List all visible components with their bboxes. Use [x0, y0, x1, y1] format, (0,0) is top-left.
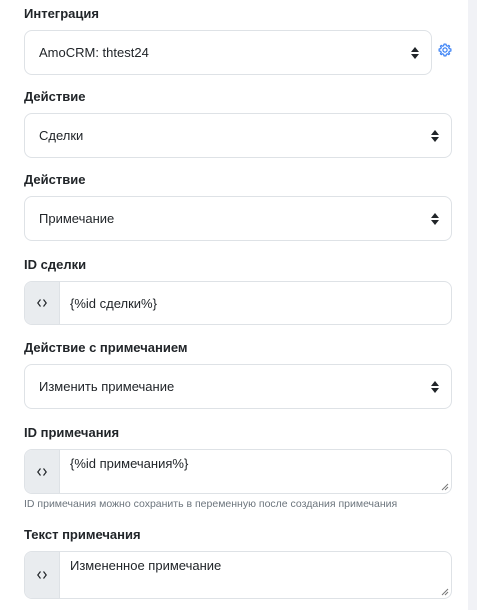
note-id-textarea[interactable]: {%id примечания%} — [60, 450, 451, 493]
integration-select[interactable]: AmoCRM: thtest24 — [24, 30, 432, 75]
note-action-label: Действие с примечанием — [24, 340, 188, 355]
action-label-1: Действие — [24, 89, 86, 104]
deal-id-label: ID сделки — [24, 257, 87, 272]
action-select-1[interactable]: Сделки — [24, 113, 452, 158]
note-action-select-value: Изменить примечание — [39, 379, 175, 394]
action-select-2[interactable]: Примечание — [24, 196, 452, 241]
resize-handle-icon[interactable] — [441, 588, 449, 596]
code-brackets-icon[interactable] — [25, 450, 60, 493]
note-id-hint: ID примечания можно сохранить в переменн… — [24, 498, 398, 510]
note-text-textarea-value: Измененное примечание — [70, 558, 222, 573]
integration-select-value: AmoCRM: thtest24 — [39, 45, 149, 60]
deal-id-input-group: {%id сделки%} — [24, 281, 452, 325]
sort-arrows-icon — [431, 129, 439, 142]
deal-id-input[interactable]: {%id сделки%} — [60, 282, 451, 324]
sort-arrows-icon — [431, 380, 439, 393]
resize-handle-icon[interactable] — [441, 483, 449, 491]
action-select-2-value: Примечание — [39, 211, 115, 226]
gear-icon[interactable] — [438, 43, 452, 57]
note-text-label: Текст примечания — [24, 527, 141, 542]
note-id-label: ID примечания — [24, 425, 120, 440]
note-id-textarea-value: {%id примечания%} — [70, 456, 189, 471]
note-action-select[interactable]: Изменить примечание — [24, 364, 452, 409]
integration-settings-panel: Интеграция AmoCRM: thtest24 Действие Сде… — [0, 0, 468, 610]
note-text-textarea[interactable]: Измененное примечание — [60, 552, 451, 598]
integration-label: Интеграция — [24, 6, 99, 21]
page-background-strip — [468, 0, 477, 610]
note-text-input-group: Измененное примечание — [24, 551, 452, 599]
code-brackets-icon[interactable] — [25, 282, 60, 324]
code-brackets-icon[interactable] — [25, 552, 60, 598]
action-select-1-value: Сделки — [39, 128, 84, 143]
note-id-input-group: {%id примечания%} — [24, 449, 452, 494]
action-label-2: Действие — [24, 172, 86, 187]
sort-arrows-icon — [431, 212, 439, 225]
sort-arrows-icon — [411, 46, 419, 59]
